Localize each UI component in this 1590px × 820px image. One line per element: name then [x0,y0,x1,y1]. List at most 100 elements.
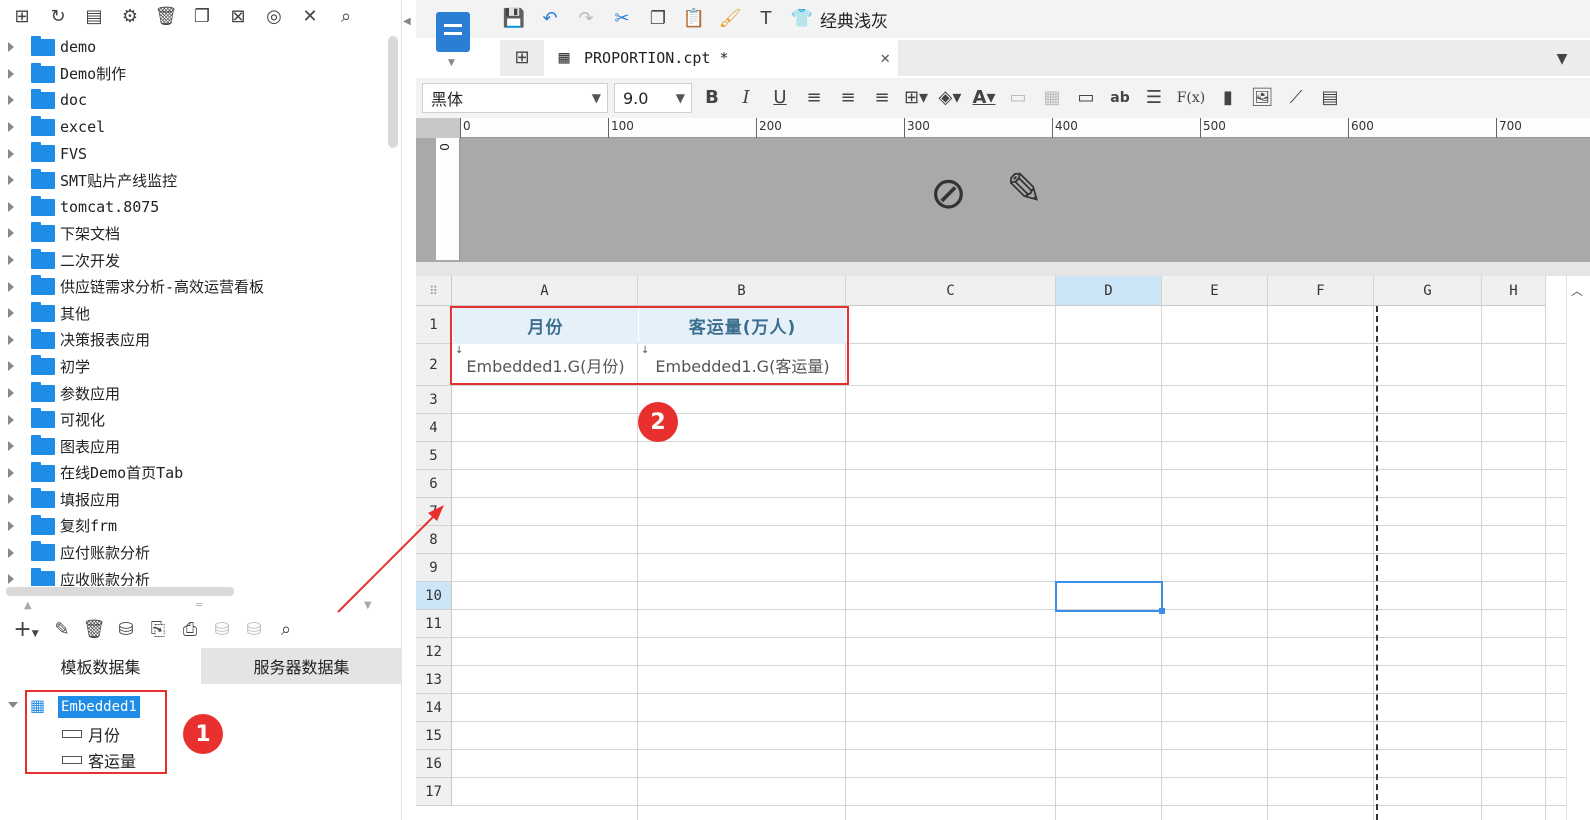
row-header-1[interactable]: 1 [416,306,452,344]
italic-button[interactable]: I [732,85,760,111]
expand-arrow-icon[interactable] [8,281,14,292]
tree-folder-item[interactable]: excel [0,114,390,141]
grid-vertical-scrollbar[interactable]: ︿ [1566,276,1590,820]
expand-arrow-icon[interactable] [8,68,14,79]
column-header-h[interactable]: H [1482,276,1546,306]
paragraph-icon[interactable]: ☰ [1140,85,1168,111]
expand-arrow-icon[interactable] [8,467,14,478]
expand-arrow-icon[interactable] [8,95,14,106]
search-icon[interactable]: ⌕ [272,617,300,643]
database-icon[interactable]: ⛁ [112,617,140,643]
expand-arrow-icon[interactable] [8,201,14,212]
edit-icon[interactable]: ✎ [48,617,76,643]
rename-icon[interactable]: ▤ [80,4,108,30]
tree-folder-item[interactable]: 可视化 [0,406,390,433]
font-color-icon[interactable]: A▾ [970,85,998,111]
slash-icon[interactable]: ⟋ [1282,85,1310,111]
row-header-13[interactable]: 13 [416,666,452,694]
tree-folder-item[interactable]: 在线Demo首页Tab [0,460,390,487]
tree-folder-item[interactable]: demo [0,34,390,61]
copy-icon[interactable]: ❐ [644,6,672,32]
theme-button[interactable]: 👕 经典浅灰 [788,6,888,32]
merge-cells-icon[interactable]: ▭ [1004,85,1032,111]
row-header-14[interactable]: 14 [416,694,452,722]
fill-color-icon[interactable]: ◈▾ [936,85,964,111]
formula-icon[interactable]: F(x) [1174,85,1208,111]
column-header-d[interactable]: D [1056,276,1162,306]
undo-icon[interactable]: ↶ [536,6,564,32]
tree-folder-item[interactable]: SMT贴片产线监控 [0,167,390,194]
locate-icon[interactable]: ◎ [260,4,288,30]
expand-arrow-icon[interactable] [8,308,14,319]
text-search-icon[interactable]: T [752,6,780,32]
image-icon[interactable]: 🖼 [1248,85,1276,111]
tree-folder-item[interactable]: 应付账款分析 [0,539,390,566]
delete-icon[interactable]: 🗑 [80,617,108,643]
tree-folder-item[interactable]: 决策报表应用 [0,327,390,354]
underline-button[interactable]: U [766,85,794,111]
tree-folder-item[interactable]: 初学 [0,353,390,380]
expand-arrow-icon[interactable] [8,334,14,345]
tree-folder-item[interactable]: 参数应用 [0,380,390,407]
panel-splitter[interactable]: ▲ ═ ▼ [0,600,402,612]
tree-folder-item[interactable]: doc [0,87,390,114]
subreport-icon[interactable]: ▤ [1316,85,1344,111]
copy-icon[interactable]: ❐ [188,4,216,30]
row-header-8[interactable]: 8 [416,526,452,554]
row-header-6[interactable]: 6 [416,470,452,498]
tree-folder-item[interactable]: 其他 [0,300,390,327]
db-remove-icon[interactable]: ⛁ [240,617,268,643]
border-icon[interactable]: ⊞▾ [902,85,930,111]
row-header-15[interactable]: 15 [416,722,452,750]
column-header-c[interactable]: C [846,276,1056,306]
refresh-icon[interactable]: ↻ [44,4,72,30]
expand-arrow-icon[interactable] [8,42,14,53]
text-ab-icon[interactable]: ab [1106,85,1134,111]
paste-icon[interactable]: 📋 [680,6,708,32]
unmerge-cells-icon[interactable]: ▦ [1038,85,1066,111]
db-add-icon[interactable]: ⛁ [208,617,236,643]
expand-arrow-icon[interactable] [8,441,14,452]
expand-arrow-icon[interactable] [8,494,14,505]
row-header-5[interactable]: 5 [416,442,452,470]
tree-folder-item[interactable]: 图表应用 [0,433,390,460]
format-painter-icon[interactable]: 🖌 [716,6,744,32]
tab-proportion[interactable]: ▦ PROPORTION.cpt * ✕ [544,40,898,76]
expand-arrow-icon[interactable] [8,228,14,239]
row-header-2[interactable]: 2 [416,344,452,386]
expand-arrow-icon[interactable] [8,361,14,372]
close-tab-icon[interactable]: ✕ [880,48,890,67]
expand-arrow-icon[interactable] [8,175,14,186]
tree-folder-item[interactable]: Demo制作 [0,61,390,88]
font-select[interactable]: 黑体 ▼ [422,83,608,113]
tree-horizontal-scrollbar[interactable] [6,587,234,596]
tab-dataset-0[interactable]: 模板数据集 [0,648,201,684]
cut-icon[interactable]: ✂ [608,6,636,32]
chart-icon[interactable]: ▮ [1214,85,1242,111]
edit-pencil-icon[interactable]: ✎ [1006,164,1043,215]
font-size-select[interactable]: 9.0 ▼ [614,83,692,113]
new-report-button[interactable]: ▼ [432,10,474,68]
column-header-b[interactable]: B [638,276,846,306]
tree-vertical-scrollbar[interactable] [388,36,398,148]
select-all-icon[interactable]: ⠿ [416,276,452,306]
split-grip-icon[interactable]: ═ [196,600,202,611]
row-header-4[interactable]: 4 [416,414,452,442]
search-icon[interactable]: ⌕ [332,4,360,30]
expand-arrow-icon[interactable] [8,388,14,399]
row-header-17[interactable]: 17 [416,778,452,806]
collapse-left-icon[interactable]: ◀ [403,16,411,27]
bold-button[interactable]: B [698,85,726,111]
add-dataset-button[interactable]: +▼ [8,617,44,643]
redo-icon[interactable]: ↷ [572,6,600,32]
delete-icon[interactable]: 🗑 [152,4,180,30]
save-icon[interactable]: 💾 [500,6,528,32]
edit-dataset-icon[interactable]: ⎙ [176,617,204,643]
tree-folder-item[interactable]: tomcat.8075 [0,194,390,221]
selected-cell-d10[interactable] [1055,581,1165,614]
split-up-icon[interactable]: ▲ [24,600,32,611]
expand-arrow-icon[interactable] [8,148,14,159]
delete-file-icon[interactable]: ⊠ [224,4,252,30]
tree-folder-item[interactable]: 二次开发 [0,247,390,274]
collapse-icon[interactable]: ✕ [296,4,324,30]
